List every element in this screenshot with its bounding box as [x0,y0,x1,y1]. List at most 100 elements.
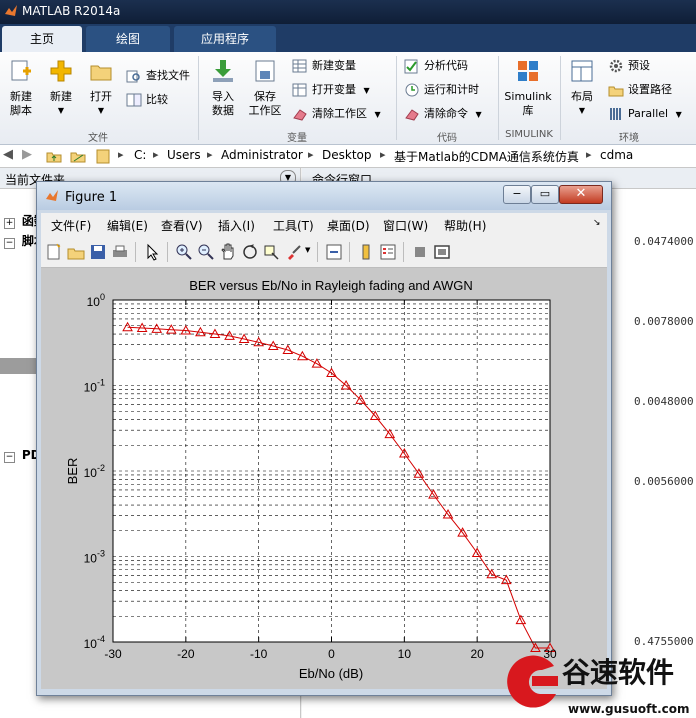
tab-plots[interactable]: 绘图 [86,26,170,52]
clear-workspace-label: 清除工作区 [312,107,367,120]
brush-icon[interactable] [285,243,303,261]
save-icon[interactable] [89,243,107,261]
open-variable-label: 打开变量 [312,83,356,96]
y-tick-label: 10-1 [84,378,105,395]
browse-folder-icon[interactable] [70,148,86,164]
breadcrumb-item[interactable]: Desktop [322,148,372,162]
tab-home[interactable]: 主页 [2,26,82,52]
open-variable-dropdown-icon: ▼ [363,86,370,95]
code-group-label: 代码 [437,133,457,144]
back-arrow-icon[interactable]: ◀ [3,147,13,162]
forward-arrow-icon[interactable]: ▶ [22,147,32,162]
breadcrumb-item[interactable]: 基于Matlab的CDMA通信系统仿真 [394,148,579,165]
menu-help[interactable]: 帮助(H) [444,217,486,234]
simulink-group-label: SIMULINK [505,129,553,140]
new-variable-button[interactable]: 新建变量 [292,56,356,76]
command-output-value: 0.4755000 [634,635,694,648]
run-and-time-button[interactable]: 运行和计时 [404,80,479,100]
parallel-button[interactable]: Parallel ▼ [608,104,682,124]
find-files-icon [126,70,140,83]
insert-legend-icon[interactable] [379,243,397,261]
app-title: MATLAB R2014a [22,4,121,18]
layout-dropdown-icon: ▼ [578,106,586,115]
pointer-arrow-icon[interactable] [143,243,161,261]
simulink-library-button[interactable]: Simulink 库 [502,58,554,118]
breadcrumb-item[interactable]: cdma [600,148,633,162]
link-plot-icon[interactable] [325,243,343,261]
print-icon[interactable] [111,243,129,261]
new-figure-icon[interactable] [45,243,63,261]
tab-apps[interactable]: 应用程序 [174,26,276,52]
show-plot-tools-icon[interactable] [433,243,451,261]
menu-insert[interactable]: 插入(I) [218,217,255,234]
menu-file[interactable]: 文件(F) [51,217,91,234]
open-file-icon[interactable] [67,243,85,261]
clear-commands-button[interactable]: 清除命令 ▼ [404,104,482,124]
close-button[interactable]: ✕ [559,185,603,204]
insert-colorbar-icon[interactable] [357,243,375,261]
layout-button[interactable]: 布局 ▼ [564,58,600,118]
group-divider [198,56,199,140]
compare-button[interactable]: 比较 [126,90,168,110]
collapse-icon[interactable]: − [4,238,15,249]
breadcrumb-item[interactable]: C: [134,148,146,162]
clear-commands-dropdown-icon: ▼ [475,110,482,119]
find-files-button[interactable]: 查找文件 [126,66,190,86]
import-data-icon [213,60,233,82]
compare-label: 比较 [146,93,168,106]
set-path-icon [608,86,624,97]
set-path-button[interactable]: 设置路径 [608,80,672,100]
figure-canvas[interactable]: -30 -20 -10 0 10 20 30 100 10-1 10-2 10-3 10-4 BER… [41,268,607,689]
set-path-label: 设置路径 [628,83,672,96]
preferences-button[interactable]: 预设 [608,56,650,76]
figure-window[interactable]: Figure 1 − ▭ ✕ 文件(F) 编辑(E) 查看(V) 插入(I) 工… [36,181,612,696]
maximize-button[interactable]: ▭ [531,185,559,204]
open-variable-button[interactable]: 打开变量 ▼ [292,80,370,100]
data-cursor-icon[interactable] [263,243,281,261]
breadcrumb-item[interactable]: Users [167,148,201,162]
figure-titlebar[interactable]: Figure 1 − ▭ ✕ [37,182,611,210]
zoom-out-icon[interactable] [197,243,215,261]
command-output-value: 0.0078000 [634,315,694,328]
watermark: 谷速软件 www.gusuoft.com [498,648,696,718]
menu-desktop[interactable]: 桌面(D) [327,217,370,234]
menu-view[interactable]: 查看(V) [161,217,203,234]
rotate-3d-icon[interactable] [241,243,259,261]
clear-commands-label: 清除命令 [424,107,468,120]
menubar-overflow-icon[interactable]: ↘ [593,218,601,228]
breadcrumb-item[interactable]: Administrator [221,148,303,162]
expand-icon[interactable]: + [4,218,15,229]
minimize-button[interactable]: − [503,185,531,204]
pan-hand-icon[interactable] [219,243,237,261]
brush-dropdown-icon[interactable]: ▼ [305,246,310,254]
x-tick-label: -10 [250,647,268,661]
menu-tools[interactable]: 工具(T) [273,217,314,234]
new-plus-icon [50,60,72,82]
ribbon: 新建 脚本 新建 ▼ 打开 ▼ 查找文件 比较 文件 导入 数据 保存 工作区 … [0,52,696,145]
hide-plot-tools-icon[interactable] [411,243,429,261]
new-button[interactable]: 新建 ▼ [42,58,80,118]
import-data-button[interactable]: 导入 数据 [204,58,242,118]
zoom-in-icon[interactable] [175,243,193,261]
group-divider [560,56,561,140]
x-tick-label: 0 [328,647,335,661]
collapse-icon[interactable]: − [4,452,15,463]
new-label: 新建 [50,90,72,103]
menu-window[interactable]: 窗口(W) [383,217,428,234]
up-folder-icon[interactable] [46,148,62,164]
chart-title: BER versus Eb/No in Rayleigh fading and … [189,278,473,293]
clear-workspace-button[interactable]: 清除工作区 ▼ [292,104,381,124]
menu-edit[interactable]: 编辑(E) [107,217,148,234]
y-tick-label: 10-2 [84,463,105,480]
new-script-label: 新建 脚本 [10,90,32,117]
breadcrumb-separator-icon: ▸ [207,148,213,161]
analyze-code-button[interactable]: 分析代码 [404,56,468,76]
toolbar-separator [403,242,404,262]
save-workspace-button[interactable]: 保存 工作区 [244,58,286,118]
y-tick-labels: 100 10-1 10-2 10-3 10-4 [84,292,105,651]
toolbar-separator [317,242,318,262]
figure-title: Figure 1 [65,190,118,205]
ber-chart[interactable]: -30 -20 -10 0 10 20 30 10010-110-210-310-4 BER… [41,268,607,689]
new-script-button[interactable]: 新建 脚本 [2,58,40,118]
open-button[interactable]: 打开 ▼ [82,58,120,118]
